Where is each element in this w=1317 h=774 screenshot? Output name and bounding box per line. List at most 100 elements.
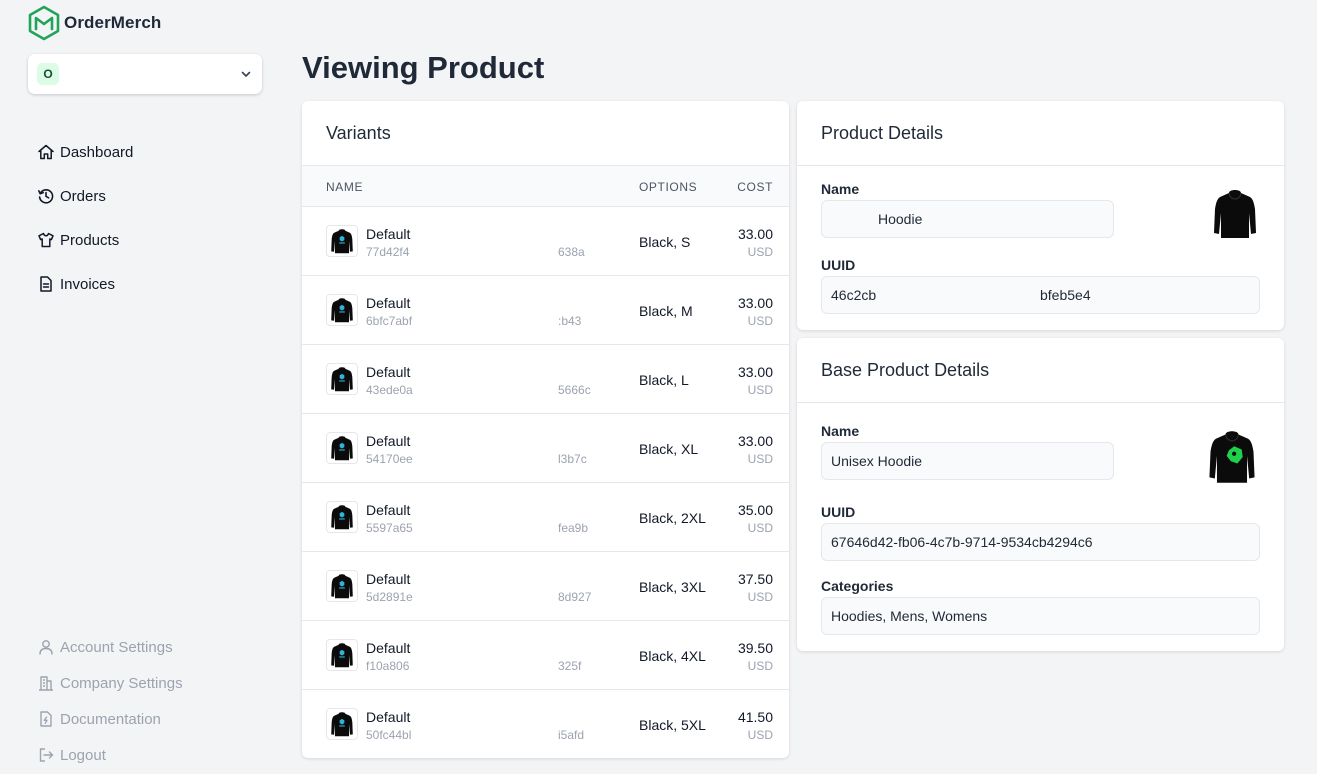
product-name-label: Name <box>821 181 860 197</box>
table-row[interactable]: Default f10a806 325f Black, 4XL 39.50 USD <box>302 621 789 690</box>
base-product-categories-value: Hoodies, Mens, Womens <box>831 608 988 624</box>
variant-cost-currency: USD <box>747 521 773 535</box>
shirt-icon <box>38 232 54 248</box>
column-header-options: OPTIONS <box>639 180 698 194</box>
product-uuid-start: 46c2cb <box>831 287 877 303</box>
base-product-categories-label: Categories <box>821 578 894 594</box>
base-product-name-field[interactable]: Unisex Hoodie <box>821 442 1114 480</box>
history-icon <box>38 189 54 204</box>
variant-cost: 41.50 USD <box>738 709 773 742</box>
base-product-uuid-field[interactable]: 67646d42-fb06-4c7b-9714-9534cb4294c6 <box>821 523 1260 561</box>
variant-options: Black, 2XL <box>639 510 706 526</box>
variant-cost: 33.00 USD <box>738 295 773 328</box>
variants-title: Variants <box>302 101 789 166</box>
variant-options: Black, S <box>639 234 691 250</box>
nav-label: Orders <box>60 187 106 205</box>
variant-name: Default <box>366 226 411 242</box>
table-row[interactable]: Default 77d42f4 638a Black, S 33.00 USD <box>302 207 789 276</box>
settings-nav: Account Settings Company Settings Docume… <box>37 636 183 774</box>
variant-thumbnail <box>326 432 358 464</box>
nav-item-products[interactable]: Products <box>37 229 133 251</box>
variant-name: Default <box>366 640 411 656</box>
variant-thumbnail <box>326 294 358 326</box>
table-row[interactable]: Default 43ede0a 5666c Black, L 33.00 USD <box>302 345 789 414</box>
table-row[interactable]: Default 5d2891e 8d927 Black, 3XL 37.50 USD <box>302 552 789 621</box>
variant-id-end: fea9b <box>558 521 589 535</box>
variant-thumbnail <box>326 708 358 740</box>
variant-thumbnail <box>326 639 358 671</box>
column-header-name: NAME <box>326 180 364 194</box>
variant-id-start: 5d2891e <box>366 590 413 604</box>
product-name-value: Hoodie <box>878 211 923 227</box>
organization-select[interactable]: O <box>28 54 262 94</box>
product-details-title: Product Details <box>797 101 1284 166</box>
product-details-card: Product Details Name Hoodie UUID 46c2cb … <box>797 101 1284 330</box>
nav-label: Documentation <box>60 710 161 728</box>
nav-item-orders[interactable]: Orders <box>37 185 133 207</box>
table-row[interactable]: Default 54170ee l3b7c Black, XL 33.00 USD <box>302 414 789 483</box>
variant-cost-currency: USD <box>747 590 773 604</box>
variant-thumbnail <box>326 501 358 533</box>
main-nav: Dashboard Orders Products Invoices <box>37 141 133 317</box>
variant-id-end: :b43 <box>558 314 582 328</box>
file-bolt-icon <box>40 711 52 727</box>
variant-thumbnail <box>326 570 358 602</box>
nav-item-account-settings[interactable]: Account Settings <box>37 636 183 658</box>
variants-card: Variants NAME OPTIONS COST Default 77d42f… <box>302 101 789 758</box>
nav-item-company-settings[interactable]: Company Settings <box>37 672 183 694</box>
variant-cost-currency: USD <box>747 452 773 466</box>
variant-cost-currency: USD <box>747 245 773 259</box>
variant-id-start: 50fc44bl <box>366 728 412 742</box>
variant-options: Black, 4XL <box>639 648 706 664</box>
product-image <box>1214 190 1256 238</box>
variant-id-start: 5597a65 <box>366 521 413 535</box>
variant-cost-amount: 33.00 <box>737 295 773 311</box>
nav-item-documentation[interactable]: Documentation <box>37 708 183 730</box>
variant-name: Default <box>366 571 411 587</box>
variant-name: Default <box>366 502 411 518</box>
product-uuid-field[interactable]: 46c2cb bfeb5e4 <box>821 276 1260 314</box>
variant-id-end: 5666c <box>558 383 591 397</box>
nav-item-dashboard[interactable]: Dashboard <box>37 141 133 163</box>
document-icon <box>40 276 52 292</box>
variant-cost-amount: 33.00 <box>737 364 773 380</box>
base-product-details-title: Base Product Details <box>797 338 1284 403</box>
table-row[interactable]: Default 5597a65 fea9b Black, 2XL 35.00 USD <box>302 483 789 552</box>
variant-cost-amount: 33.00 <box>737 433 773 449</box>
variant-options: Black, XL <box>639 441 699 457</box>
sidebar: OrderMerch O Dashboard Orders Products I… <box>0 0 290 774</box>
variant-options: Black, L <box>639 372 689 388</box>
app-logo[interactable]: OrderMerch <box>27 5 161 41</box>
base-product-details-card: Base Product Details Name Unisex Hoodie … <box>797 338 1284 651</box>
variant-id-end: 325f <box>558 659 582 673</box>
variant-name: Default <box>366 433 411 449</box>
variants-table-body: Default 77d42f4 638a Black, S 33.00 USD Defaul… <box>302 207 789 758</box>
variant-cost: 33.00 USD <box>738 433 773 466</box>
nav-label: Invoices <box>60 275 116 293</box>
base-product-name-value: Unisex Hoodie <box>831 453 923 469</box>
variant-cost: 37.50 USD <box>738 571 773 604</box>
variant-name: Default <box>366 364 411 380</box>
variants-table-header: NAME OPTIONS COST <box>302 166 789 207</box>
variant-cost: 35.00 USD <box>738 502 773 535</box>
variant-cost-currency: USD <box>747 314 773 328</box>
base-product-categories-field[interactable]: Hoodies, Mens, Womens <box>821 597 1260 635</box>
home-icon <box>38 144 54 160</box>
product-uuid-end: bfeb5e4 <box>1040 287 1091 303</box>
variant-id-start: 43ede0a <box>366 383 413 397</box>
product-name-field[interactable]: Hoodie <box>821 200 1114 238</box>
ordermerch-logo-icon <box>28 5 60 41</box>
table-row[interactable]: Default 50fc44bl i5afd Black, 5XL 41.50 USD <box>302 690 789 758</box>
variant-cost-currency: USD <box>747 728 773 742</box>
nav-label: Logout <box>60 746 106 764</box>
nav-item-invoices[interactable]: Invoices <box>37 273 133 295</box>
variant-id-start: 54170ee <box>366 452 413 466</box>
variant-cost-amount: 33.00 <box>737 226 773 242</box>
variant-cost: 39.50 USD <box>738 640 773 673</box>
table-row[interactable]: Default 6bfc7abf:b43 Black, M 33.00 USD <box>302 276 789 345</box>
variant-id-end: l3b7c <box>558 452 587 466</box>
nav-item-logout[interactable]: Logout <box>37 744 183 766</box>
nav-label: Dashboard <box>60 143 134 161</box>
variant-cost-amount: 35.00 <box>737 502 773 518</box>
base-product-image <box>1209 431 1255 483</box>
